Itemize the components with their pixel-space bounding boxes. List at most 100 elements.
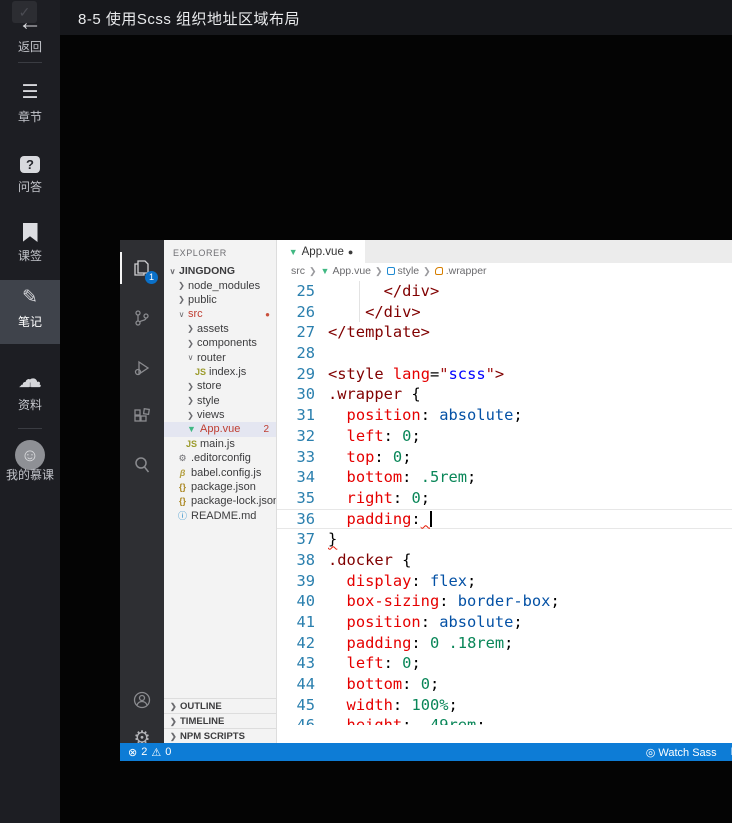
sidebar-item-notes[interactable]: ✎ 笔记 bbox=[0, 287, 60, 330]
sidebar-item-bookmark[interactable]: 课签 bbox=[0, 221, 60, 264]
code-token: right bbox=[346, 488, 393, 507]
code-token: .wrapper bbox=[328, 385, 403, 404]
tree-item-style[interactable]: ❯ style bbox=[164, 394, 276, 408]
code-line-37: 37} bbox=[277, 529, 732, 550]
status-bar: ⊗ 2 ⚠ 0 ◎ Watch Sass Ln 36, Col 1 bbox=[120, 743, 732, 761]
code-line-42: 42 padding: 0 .18rem; bbox=[277, 633, 732, 654]
tab-label: App.vue bbox=[301, 245, 344, 258]
code-line-44: 44 bottom: 0; bbox=[277, 674, 732, 695]
tree-item-main.js[interactable]: JS main.js bbox=[164, 437, 276, 451]
editor-area: ▼ App.vue ● src ❯ ▼ App.vue ❯ style ❯ .wrapper … bbox=[277, 240, 732, 743]
file-label: public bbox=[188, 293, 217, 306]
code-line-27: 27 </template> bbox=[277, 322, 732, 343]
breadcrumb-style[interactable]: style bbox=[386, 265, 420, 277]
section-outline[interactable]: ❯ OUTLINE bbox=[164, 698, 276, 713]
breadcrumb-separator: ❯ bbox=[375, 265, 383, 276]
file-label: main.js bbox=[200, 437, 235, 450]
code-token: .docker bbox=[328, 550, 393, 569]
line-number: 40 bbox=[296, 592, 315, 611]
code-token: 0 bbox=[429, 633, 440, 652]
breadcrumb-label: style bbox=[397, 265, 420, 277]
file-label: assets bbox=[197, 322, 229, 335]
line-number: 44 bbox=[296, 675, 315, 694]
file-label: src bbox=[188, 308, 203, 321]
search-icon[interactable] bbox=[120, 445, 164, 485]
tree-item-package.json[interactable]: {} package.json bbox=[164, 480, 276, 494]
code-token: left bbox=[346, 426, 384, 445]
explorer-icon[interactable]: 1 bbox=[120, 248, 164, 288]
line-number: 32 bbox=[296, 426, 315, 445]
tree-item-components[interactable]: ❯ components bbox=[164, 336, 276, 350]
code-token: height bbox=[347, 716, 403, 725]
tree-item-App.vue[interactable]: ▼ App.vue 2 bbox=[164, 422, 276, 437]
errors-icon[interactable]: ⊗ bbox=[128, 746, 137, 759]
section-npm-scripts[interactable]: ❯ NPM SCRIPTS bbox=[164, 728, 276, 743]
tree-item-.editorconfig[interactable]: ⚙ .editorconfig bbox=[164, 451, 276, 465]
sidebar-item-my-imooc[interactable]: ☺ 我的慕课 bbox=[0, 440, 60, 483]
code-token: = bbox=[429, 364, 440, 383]
tree-item-router[interactable]: ∨ router bbox=[164, 350, 276, 364]
code-line-26: 26 </div> bbox=[277, 302, 732, 323]
code-area: 25 </div> 26 </div> 27 </template> 28 29 <styl… bbox=[277, 279, 732, 725]
course-sidebar: ←返回☰章节?问答课签✎笔记☁↓资料☺我的慕课 bbox=[0, 0, 60, 823]
tree-item-src[interactable]: ∨ src ● bbox=[164, 307, 276, 321]
code-token: scss bbox=[448, 364, 486, 383]
tree-item-JINGDONG[interactable]: ∨ JINGDONG bbox=[164, 264, 276, 278]
code-token: lang bbox=[392, 364, 430, 383]
video-frame[interactable]: 1 ⚙ EXPLORER ∨ JINGDONG ❯ node_modules ❯ publi… bbox=[60, 35, 732, 823]
line-number: 31 bbox=[296, 406, 315, 425]
chevron-down-icon: ∨ bbox=[169, 266, 176, 276]
sidebar-item-chapters[interactable]: ☰ 章节 bbox=[0, 82, 60, 125]
sidebar-item-qa[interactable]: ? 问答 bbox=[0, 152, 60, 195]
watch-sass-button[interactable]: ◎ Watch Sass bbox=[646, 746, 717, 759]
checkbox-icon: ✓ bbox=[12, 1, 37, 23]
tab-app-vue[interactable]: ▼ App.vue ● bbox=[277, 240, 365, 263]
source-control-icon[interactable] bbox=[120, 298, 164, 338]
code-line-46: 46 height: .49rem; bbox=[277, 715, 732, 725]
account-icon[interactable] bbox=[120, 680, 164, 720]
tree-item-public[interactable]: ❯ public bbox=[164, 293, 276, 307]
tree-item-babel.config.js[interactable]: β babel.config.js bbox=[164, 465, 276, 479]
section-label: OUTLINE bbox=[180, 700, 222, 712]
code-token: : bbox=[420, 613, 440, 631]
vue-file-icon: ▼ bbox=[187, 424, 196, 435]
breadcrumb-src[interactable]: src bbox=[291, 265, 305, 277]
file-label: node_modules bbox=[188, 279, 261, 292]
code-token: ; bbox=[420, 488, 430, 507]
section-timeline[interactable]: ❯ TIMELINE bbox=[164, 713, 276, 728]
code-token: : bbox=[402, 468, 421, 487]
tree-item-node_modules[interactable]: ❯ node_modules bbox=[164, 278, 276, 292]
code-line-28: 28 bbox=[277, 343, 732, 364]
code-token: width bbox=[346, 695, 393, 714]
tree-item-package-lock.json[interactable]: {} package-lock.json bbox=[164, 494, 276, 508]
run-debug-icon[interactable] bbox=[120, 348, 164, 388]
code-line-25: 25 </div> bbox=[277, 281, 732, 302]
file-label: App.vue bbox=[200, 423, 241, 436]
sidebar-item-materials[interactable]: ☁ ↓ 资料 bbox=[0, 368, 60, 413]
sidebar-item-label: 我的慕课 bbox=[5, 468, 54, 482]
tree-item-store[interactable]: ❯ store bbox=[164, 379, 276, 393]
player-top-bar: 8-5 使用Scss 组织地址区域布局 bbox=[0, 0, 732, 35]
tree-item-index.js[interactable]: JS index.js bbox=[164, 365, 276, 379]
breadcrumb-App.vue[interactable]: ▼ App.vue bbox=[321, 265, 371, 277]
line-number: 37 bbox=[296, 530, 315, 549]
breadcrumb-wrapper[interactable]: .wrapper bbox=[434, 265, 487, 277]
tree-item-assets[interactable]: ❯ assets bbox=[164, 322, 276, 336]
code-token: : bbox=[439, 592, 458, 611]
extensions-icon[interactable] bbox=[120, 397, 164, 437]
symbol-style-icon bbox=[386, 267, 395, 275]
warnings-icon[interactable]: ⚠ bbox=[151, 746, 161, 759]
tree-item-views[interactable]: ❯ views bbox=[164, 408, 276, 422]
file-label: index.js bbox=[209, 365, 247, 378]
code-token: ; bbox=[504, 633, 514, 652]
file-label: package-lock.json bbox=[191, 495, 276, 508]
section-label: TIMELINE bbox=[180, 715, 225, 727]
code-token: position bbox=[346, 613, 421, 631]
tree-item-README.md[interactable]: ⓘ README.md bbox=[164, 509, 276, 523]
